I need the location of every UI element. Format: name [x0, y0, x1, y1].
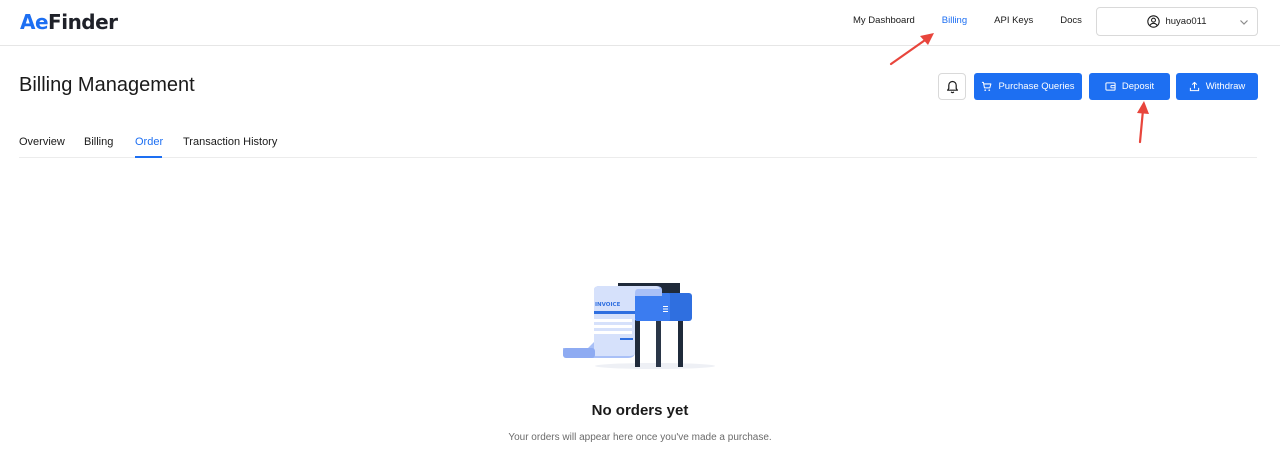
user-account-dropdown[interactable]: huyao011	[1096, 7, 1258, 36]
purchase-queries-label: Purchase Queries	[998, 81, 1075, 92]
nav-my-dashboard[interactable]: My Dashboard	[853, 15, 915, 26]
empty-orders-illustration: INVOICE	[563, 283, 715, 369]
notifications-button[interactable]	[938, 73, 966, 100]
invoice-label: INVOICE	[595, 302, 621, 308]
deposit-button[interactable]: Deposit	[1089, 73, 1170, 100]
cart-icon	[982, 81, 992, 91]
withdraw-label: Withdraw	[1205, 81, 1246, 92]
username: huyao011	[1165, 16, 1207, 27]
nav-docs[interactable]: Docs	[1060, 15, 1082, 26]
purchase-queries-button[interactable]: Purchase Queries	[974, 73, 1082, 100]
aefinder-logo[interactable]: AeFinder	[20, 10, 118, 34]
nav-api-keys[interactable]: API Keys	[994, 15, 1033, 26]
upload-icon	[1189, 81, 1199, 92]
active-tab-indicator	[135, 156, 162, 158]
tab-order[interactable]: Order	[135, 136, 163, 148]
main-nav: My Dashboard Billing API Keys Docs	[853, 15, 1109, 26]
withdraw-button[interactable]: Withdraw	[1176, 73, 1258, 100]
empty-state-subtitle: Your orders will appear here once you've…	[508, 432, 772, 443]
logo-text: AeFinder	[20, 10, 118, 34]
billing-tabs: Overview Billing Order Transaction Histo…	[19, 126, 1257, 158]
wallet-icon	[1105, 82, 1116, 91]
deposit-label: Deposit	[1121, 81, 1155, 92]
top-header: AeFinder My Dashboard Billing API Keys D…	[0, 0, 1280, 46]
tab-billing[interactable]: Billing	[84, 136, 113, 148]
chevron-down-icon	[1240, 20, 1248, 25]
tab-transaction-history[interactable]: Transaction History	[183, 136, 277, 148]
empty-state-title: No orders yet	[591, 402, 689, 419]
tab-overview[interactable]: Overview	[19, 136, 65, 148]
user-circle-icon	[1147, 15, 1161, 28]
bell-icon	[946, 80, 958, 93]
nav-billing[interactable]: Billing	[942, 15, 967, 26]
page-title: Billing Management	[19, 74, 195, 96]
